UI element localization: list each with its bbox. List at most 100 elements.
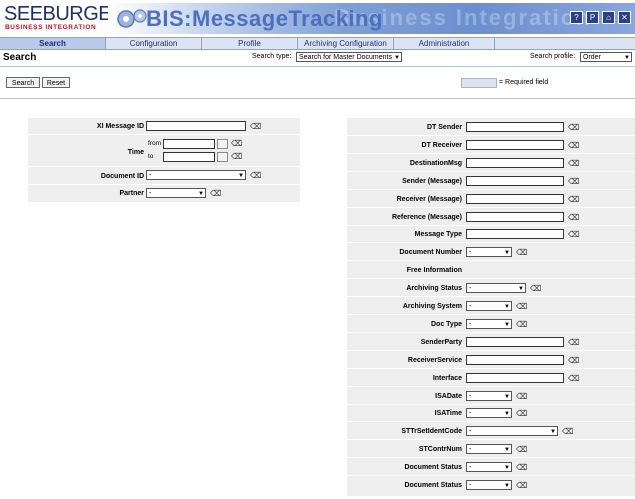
dropdown-select[interactable]: - ▼ xyxy=(466,318,512,329)
dropdown-select[interactable]: - ▼ xyxy=(466,444,512,455)
text-input[interactable] xyxy=(466,175,564,186)
eraser-icon[interactable]: ⌫ xyxy=(250,171,261,180)
tab-administration[interactable]: Administration xyxy=(394,38,495,49)
main-nav: Search Configuration Profile Archiving C… xyxy=(0,37,635,50)
chevron-down-icon: ▼ xyxy=(394,55,400,61)
tab-configuration[interactable]: Configuration xyxy=(106,38,202,49)
text-input[interactable] xyxy=(466,211,564,222)
print-icon[interactable]: P xyxy=(586,11,599,24)
field-label: Archiving System xyxy=(402,303,462,310)
text-input[interactable] xyxy=(466,193,564,204)
eraser-icon[interactable]: ⌫ xyxy=(568,177,579,186)
row-separator xyxy=(347,188,635,190)
text-input[interactable] xyxy=(466,139,564,150)
xi-message-id-input[interactable] xyxy=(146,121,246,131)
dropdown-value: - xyxy=(469,285,472,293)
field-label: DestinationMsg xyxy=(409,159,462,167)
eraser-icon[interactable]: ⌫ xyxy=(231,139,242,148)
row-separator xyxy=(347,278,635,280)
time-from-input[interactable] xyxy=(163,139,215,149)
text-input[interactable] xyxy=(466,122,564,132)
partner-select[interactable]: - ▼ xyxy=(146,188,206,198)
search-button[interactable]: Search xyxy=(6,77,40,88)
eraser-icon[interactable]: ⌫ xyxy=(516,392,527,401)
eraser-icon[interactable]: ⌫ xyxy=(250,122,261,131)
field-label: STContrNum xyxy=(418,446,462,454)
chevron-down-icon: ▼ xyxy=(518,286,524,293)
dropdown-select[interactable]: - ▼ xyxy=(466,426,558,437)
chevron-down-icon: ▼ xyxy=(504,411,510,418)
eraser-icon[interactable]: ⌫ xyxy=(210,189,221,198)
tab-search[interactable]: Search xyxy=(0,38,106,49)
eraser-icon[interactable]: ⌫ xyxy=(516,320,527,329)
time-to-input[interactable] xyxy=(163,152,215,162)
row-separator xyxy=(347,296,635,298)
eraser-icon[interactable]: ⌫ xyxy=(231,152,242,161)
row-separator xyxy=(347,421,635,423)
separator xyxy=(0,66,635,67)
dropdown-value: - xyxy=(469,303,472,310)
field-label: Document Status xyxy=(404,464,462,472)
eraser-icon[interactable]: ⌫ xyxy=(568,374,579,383)
eraser-icon[interactable]: ⌫ xyxy=(516,302,527,311)
eraser-icon[interactable]: ⌫ xyxy=(568,356,579,365)
field-label: ReceiverService xyxy=(407,356,462,364)
eraser-icon[interactable]: ⌫ xyxy=(568,213,579,222)
dropdown-select[interactable]: - ▼ xyxy=(466,247,512,258)
dropdown-select[interactable]: - ▼ xyxy=(466,480,512,490)
home-icon[interactable]: ⌂ xyxy=(602,11,615,24)
text-input[interactable] xyxy=(466,354,564,365)
help-icon[interactable]: ? xyxy=(570,11,583,24)
eraser-icon[interactable]: ⌫ xyxy=(516,409,527,418)
partner-label: Partner xyxy=(119,190,144,197)
close-icon[interactable]: ✕ xyxy=(618,11,631,24)
dropdown-select[interactable]: - ▼ xyxy=(466,390,512,401)
dropdown-value: - xyxy=(469,320,472,328)
dropdown-select[interactable]: - ▼ xyxy=(466,301,512,311)
row-separator xyxy=(347,260,635,262)
chevron-down-icon: ▼ xyxy=(504,393,510,400)
eraser-icon[interactable]: ⌫ xyxy=(568,338,579,347)
field-label: DT Sender xyxy=(426,124,462,131)
search-toolbar: Search Search type: Search for Master Do… xyxy=(0,51,635,65)
text-input[interactable] xyxy=(466,372,564,383)
field-label: STTrSetIdentCode xyxy=(401,428,462,436)
time-label: Time xyxy=(127,149,144,156)
row-separator xyxy=(347,403,635,405)
dropdown-select[interactable]: - ▼ xyxy=(466,462,512,473)
chevron-down-icon: ▼ xyxy=(504,447,510,454)
to-label: to xyxy=(148,153,154,160)
text-input[interactable] xyxy=(466,157,564,168)
eraser-icon[interactable]: ⌫ xyxy=(516,248,527,257)
text-input[interactable] xyxy=(466,229,564,240)
dropdown-select[interactable]: - ▼ xyxy=(466,283,526,294)
text-input[interactable] xyxy=(466,336,564,347)
eraser-icon[interactable]: ⌫ xyxy=(516,463,527,472)
reset-button[interactable]: Reset xyxy=(42,77,70,88)
tab-profile[interactable]: Profile xyxy=(202,38,298,49)
search-profile-select[interactable]: Order ▼ xyxy=(580,52,632,62)
logo-tagline: BUSINESS INTEGRATION xyxy=(5,24,97,31)
eraser-icon[interactable]: ⌫ xyxy=(568,159,579,168)
eraser-icon[interactable]: ⌫ xyxy=(516,445,527,454)
eraser-icon[interactable]: ⌫ xyxy=(516,481,527,490)
field-label: Receiver (Message) xyxy=(396,195,462,203)
search-type-select[interactable]: Search for Master Documents ▼ xyxy=(296,52,402,62)
tab-archiving-configuration[interactable]: Archiving Configuration xyxy=(298,38,394,49)
calendar-icon[interactable] xyxy=(217,152,228,162)
field-label: ISADate xyxy=(435,392,462,400)
required-field-swatch xyxy=(461,78,497,88)
eraser-icon[interactable]: ⌫ xyxy=(568,230,579,239)
eraser-icon[interactable]: ⌫ xyxy=(568,195,579,204)
eraser-icon[interactable]: ⌫ xyxy=(562,427,573,436)
chevron-down-icon: ▼ xyxy=(504,321,510,328)
document-id-select[interactable]: - ▼ xyxy=(146,170,246,180)
calendar-icon[interactable] xyxy=(217,139,228,149)
dropdown-select[interactable]: - ▼ xyxy=(466,408,512,419)
row-separator xyxy=(347,314,635,315)
eraser-icon[interactable]: ⌫ xyxy=(530,284,541,293)
search-profile-label: Search profile: xyxy=(530,53,576,60)
chevron-down-icon: ▼ xyxy=(550,429,556,436)
eraser-icon[interactable]: ⌫ xyxy=(568,123,579,132)
eraser-icon[interactable]: ⌫ xyxy=(568,141,579,150)
